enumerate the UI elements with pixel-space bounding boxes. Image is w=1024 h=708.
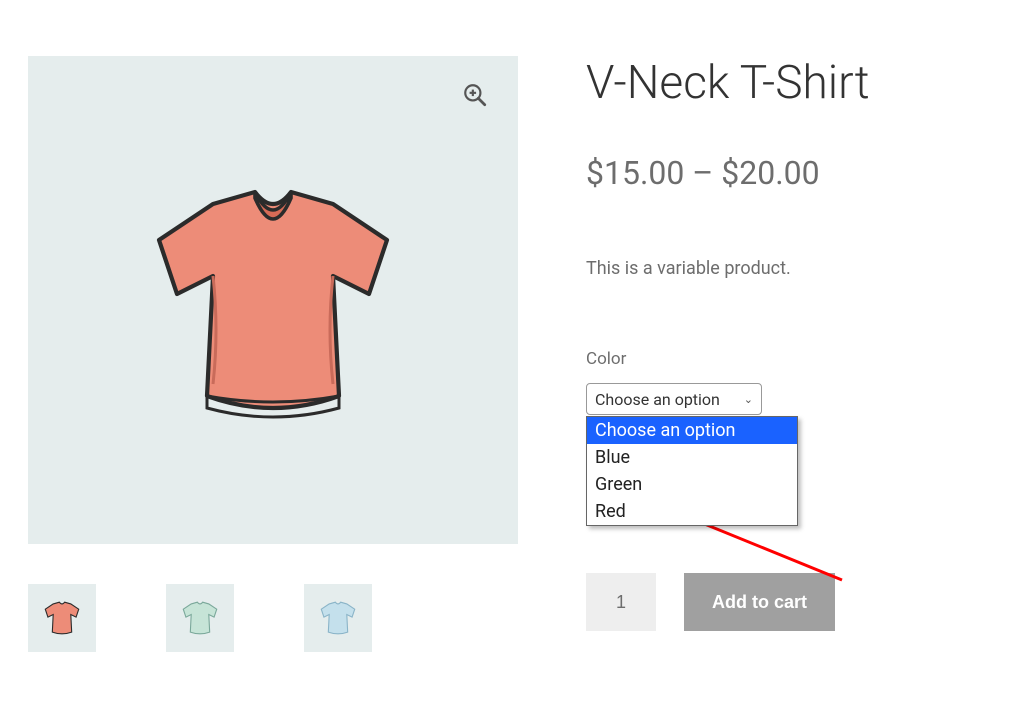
color-select[interactable]: Choose an option ⌄: [586, 383, 762, 415]
add-to-cart-button[interactable]: Add to cart: [684, 573, 835, 631]
option-red[interactable]: Red: [587, 498, 797, 525]
option-green[interactable]: Green: [587, 471, 797, 498]
thumbnail-red[interactable]: [28, 584, 96, 652]
option-blue[interactable]: Blue: [587, 444, 797, 471]
product-details: V-Neck T-Shirt $15.00 – $20.00 This is a…: [586, 56, 996, 652]
thumbnail-blue[interactable]: [304, 584, 372, 652]
short-description: This is a variable product.: [586, 258, 996, 279]
main-product-image[interactable]: [28, 56, 518, 544]
price-range: $15.00 – $20.00: [586, 154, 996, 192]
variation-label-color: Color: [586, 349, 996, 369]
product-gallery: [28, 56, 518, 652]
quantity-input[interactable]: [586, 573, 656, 631]
thumbnail-row: [28, 584, 518, 652]
tshirt-illustration: [123, 150, 423, 450]
chevron-down-icon: ⌄: [744, 393, 753, 406]
option-placeholder[interactable]: Choose an option: [587, 417, 797, 444]
zoom-icon[interactable]: [462, 82, 492, 112]
color-dropdown-list: Choose an option Blue Green Red: [586, 416, 798, 526]
select-value: Choose an option: [595, 390, 720, 409]
thumbnail-green[interactable]: [166, 584, 234, 652]
product-title: V-Neck T-Shirt: [586, 56, 996, 110]
add-to-cart-row: Add to cart: [586, 573, 996, 631]
